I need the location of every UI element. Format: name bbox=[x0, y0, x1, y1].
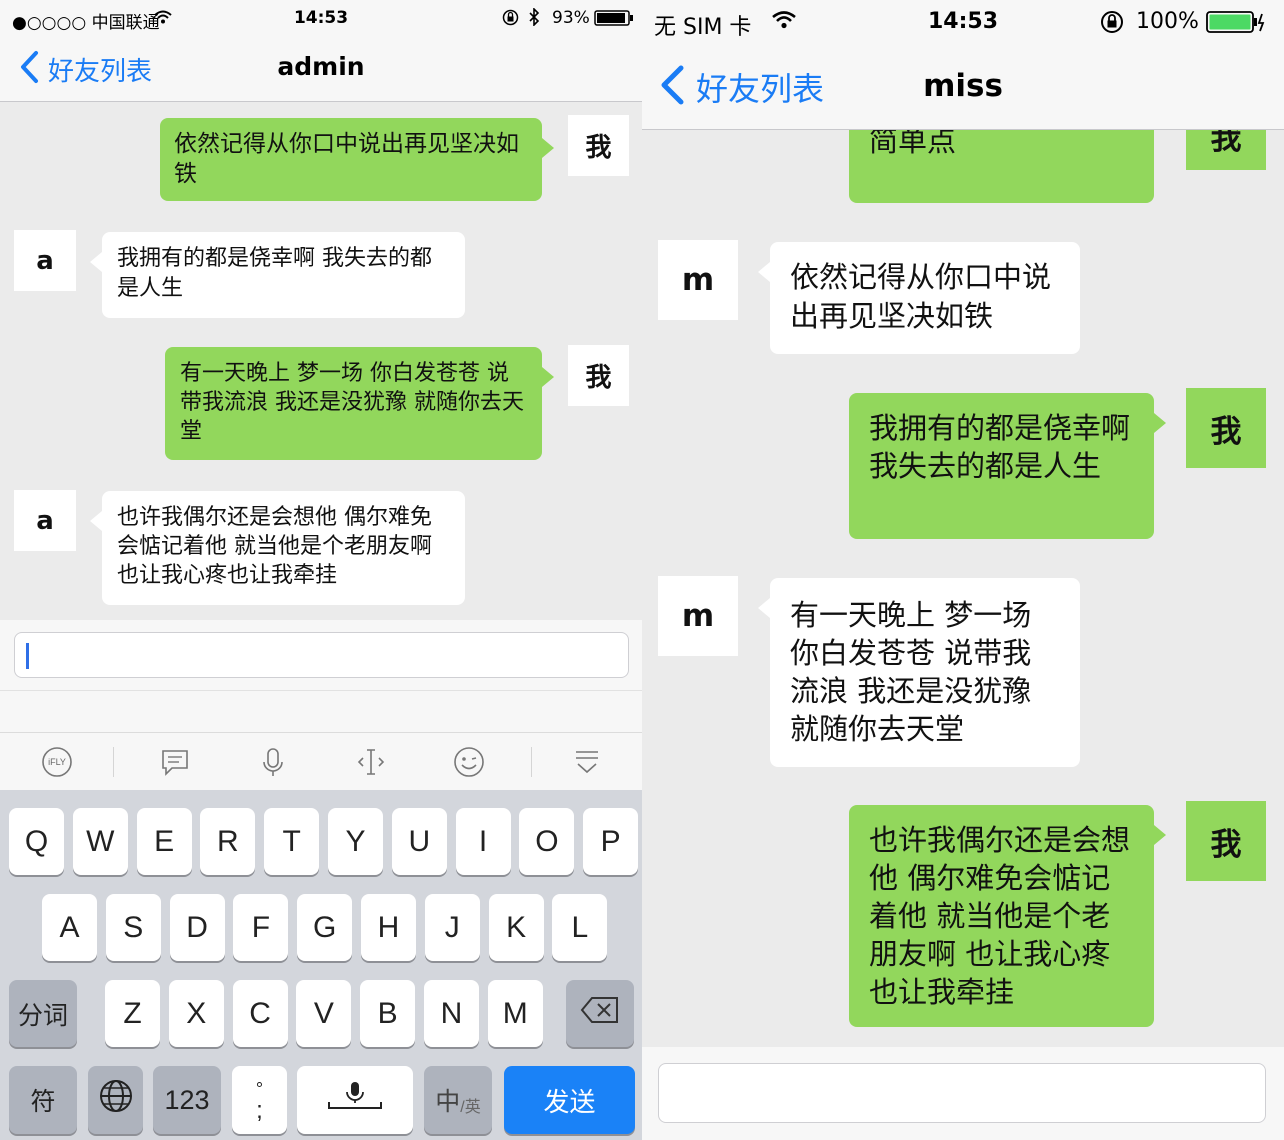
separator bbox=[531, 747, 532, 777]
status-bar: 无 SIM 卡 14:53 100% bbox=[642, 0, 1284, 44]
key-k[interactable]: K bbox=[488, 894, 544, 961]
avatar-me[interactable]: 我 bbox=[568, 345, 629, 406]
message-input[interactable] bbox=[658, 1063, 1266, 1123]
rotation-lock-icon bbox=[1100, 10, 1124, 38]
message-bubble[interactable]: 也许我偶尔还是会想他 偶尔难免会惦记着他 就当他是个老朋友啊 也让我心疼也让我牵… bbox=[90, 491, 465, 605]
backspace-key[interactable] bbox=[566, 980, 634, 1047]
avatar-me[interactable]: 我 bbox=[1186, 388, 1266, 468]
send-key[interactable]: 发送 bbox=[504, 1066, 635, 1134]
key-o[interactable]: O bbox=[519, 808, 575, 875]
right-phone-screen: 我 简单点 说话的方式简单点 m 依然记得从你口中说出再见坚决如铁 我 我拥有的… bbox=[642, 0, 1284, 1140]
number-key[interactable]: 123 bbox=[153, 1066, 221, 1134]
left-phone-screen: ●○○○○ 中国联通 14:53 93% 好友列表 admin 我 依然记得从你… bbox=[0, 0, 642, 1140]
cursor-icon[interactable] bbox=[354, 745, 388, 779]
collapse-keyboard-icon[interactable] bbox=[570, 745, 604, 779]
page-title: admin bbox=[277, 52, 365, 81]
separator bbox=[113, 747, 114, 777]
ifly-icon[interactable]: iFLY bbox=[40, 745, 74, 779]
avatar-contact[interactable]: a bbox=[14, 490, 76, 551]
message-bubble[interactable]: 依然记得从你口中说出再见坚决如铁 bbox=[758, 242, 1080, 354]
punctuation-key[interactable]: ° ; bbox=[232, 1066, 287, 1134]
key-u[interactable]: U bbox=[391, 808, 447, 875]
key-a[interactable]: A bbox=[42, 894, 97, 961]
key-s[interactable]: S bbox=[105, 894, 161, 961]
language-key[interactable]: 中/英 bbox=[424, 1066, 492, 1134]
battery-icon bbox=[1206, 11, 1266, 37]
emoji-icon[interactable] bbox=[452, 745, 486, 779]
key-d[interactable]: D bbox=[169, 894, 225, 961]
page-title: miss bbox=[923, 68, 1003, 104]
key-l[interactable]: L bbox=[552, 894, 608, 961]
key-v[interactable]: V bbox=[296, 980, 352, 1047]
microphone-icon[interactable] bbox=[256, 745, 290, 779]
globe-icon bbox=[99, 1079, 133, 1121]
message-bubble[interactable]: 也许我偶尔还是会想他 偶尔难免会惦记着他 就当他是个老朋友啊 也让我心疼也让我牵… bbox=[849, 805, 1166, 1027]
lang-sub-label: /英 bbox=[460, 1099, 481, 1116]
globe-key[interactable] bbox=[88, 1066, 143, 1134]
message-icon[interactable] bbox=[158, 745, 192, 779]
text-cursor bbox=[26, 643, 29, 669]
navigation-bar: ●○○○○ 中国联通 14:53 93% 好友列表 admin bbox=[0, 0, 642, 102]
status-bar: ●○○○○ 中国联通 14:53 93% bbox=[0, 0, 642, 36]
key-e[interactable]: E bbox=[136, 808, 192, 875]
message-bubble[interactable]: 有一天晚上 梦一场 你白发苍苍 说带我流浪 我还是没犹豫 就随你去天堂 bbox=[758, 578, 1080, 767]
avatar-contact[interactable]: a bbox=[14, 230, 76, 291]
key-m[interactable]: M bbox=[487, 980, 543, 1047]
avatar-me[interactable]: 我 bbox=[1186, 801, 1266, 881]
message-bubble[interactable]: 我拥有的都是侥幸啊 我失去的都是人生 bbox=[90, 232, 465, 318]
battery-percent: 93% bbox=[552, 8, 590, 28]
message-input-bar bbox=[0, 620, 642, 732]
backspace-icon bbox=[580, 996, 620, 1032]
bluetooth-icon bbox=[528, 7, 540, 30]
segment-key[interactable]: 分词 bbox=[9, 980, 77, 1047]
microphone-icon bbox=[325, 1080, 385, 1120]
message-bubble[interactable]: 依然记得从你口中说出再见坚决如铁 bbox=[160, 118, 554, 201]
avatar-contact[interactable]: m bbox=[658, 240, 738, 320]
navigation-bar: 无 SIM 卡 14:53 100% 好友列表 miss bbox=[642, 0, 1284, 130]
key-z[interactable]: Z bbox=[105, 980, 160, 1047]
key-n[interactable]: N bbox=[424, 980, 479, 1047]
key-f[interactable]: F bbox=[233, 894, 289, 961]
rotation-lock-icon bbox=[502, 9, 519, 30]
key-b[interactable]: B bbox=[360, 980, 416, 1047]
key-q[interactable]: Q bbox=[9, 808, 64, 875]
lang-main-label: 中 bbox=[435, 1088, 461, 1116]
key-i[interactable]: I bbox=[455, 808, 511, 875]
key-x[interactable]: X bbox=[168, 980, 224, 1047]
battery-icon bbox=[594, 10, 634, 30]
message-bubble[interactable]: 有一天晚上 梦一场 你白发苍苍 说带我流浪 我还是没犹豫 就随你去天堂 bbox=[165, 347, 554, 460]
message-input[interactable] bbox=[14, 632, 629, 678]
key-h[interactable]: H bbox=[361, 894, 416, 961]
punct-bottom-label: ; bbox=[256, 1097, 263, 1124]
key-j[interactable]: J bbox=[424, 894, 480, 961]
key-w[interactable]: W bbox=[72, 808, 128, 875]
ifly-label: iFLY bbox=[48, 757, 66, 767]
keyboard: QWERTYUIOP ASDFGHJKL ZXCVBNM 分词 符 123 ° … bbox=[0, 790, 642, 1140]
key-c[interactable]: C bbox=[232, 980, 288, 1047]
key-g[interactable]: G bbox=[297, 894, 353, 961]
avatar-me[interactable]: 我 bbox=[568, 115, 629, 176]
keyboard-toolbar: iFLY bbox=[0, 732, 642, 790]
symbol-key[interactable]: 符 bbox=[9, 1066, 77, 1134]
key-r[interactable]: R bbox=[200, 808, 256, 875]
space-key[interactable] bbox=[297, 1066, 413, 1134]
status-time: 14:53 bbox=[293, 8, 349, 28]
message-input-bar bbox=[642, 1047, 1284, 1140]
battery-percent: 100% bbox=[1136, 9, 1199, 34]
key-t[interactable]: T bbox=[264, 808, 320, 875]
separator bbox=[0, 690, 642, 691]
avatar-contact[interactable]: m bbox=[658, 576, 738, 656]
key-y[interactable]: Y bbox=[328, 808, 383, 875]
key-p[interactable]: P bbox=[583, 808, 639, 875]
message-bubble[interactable]: 我拥有的都是侥幸啊 我失去的都是人生 bbox=[849, 393, 1166, 539]
